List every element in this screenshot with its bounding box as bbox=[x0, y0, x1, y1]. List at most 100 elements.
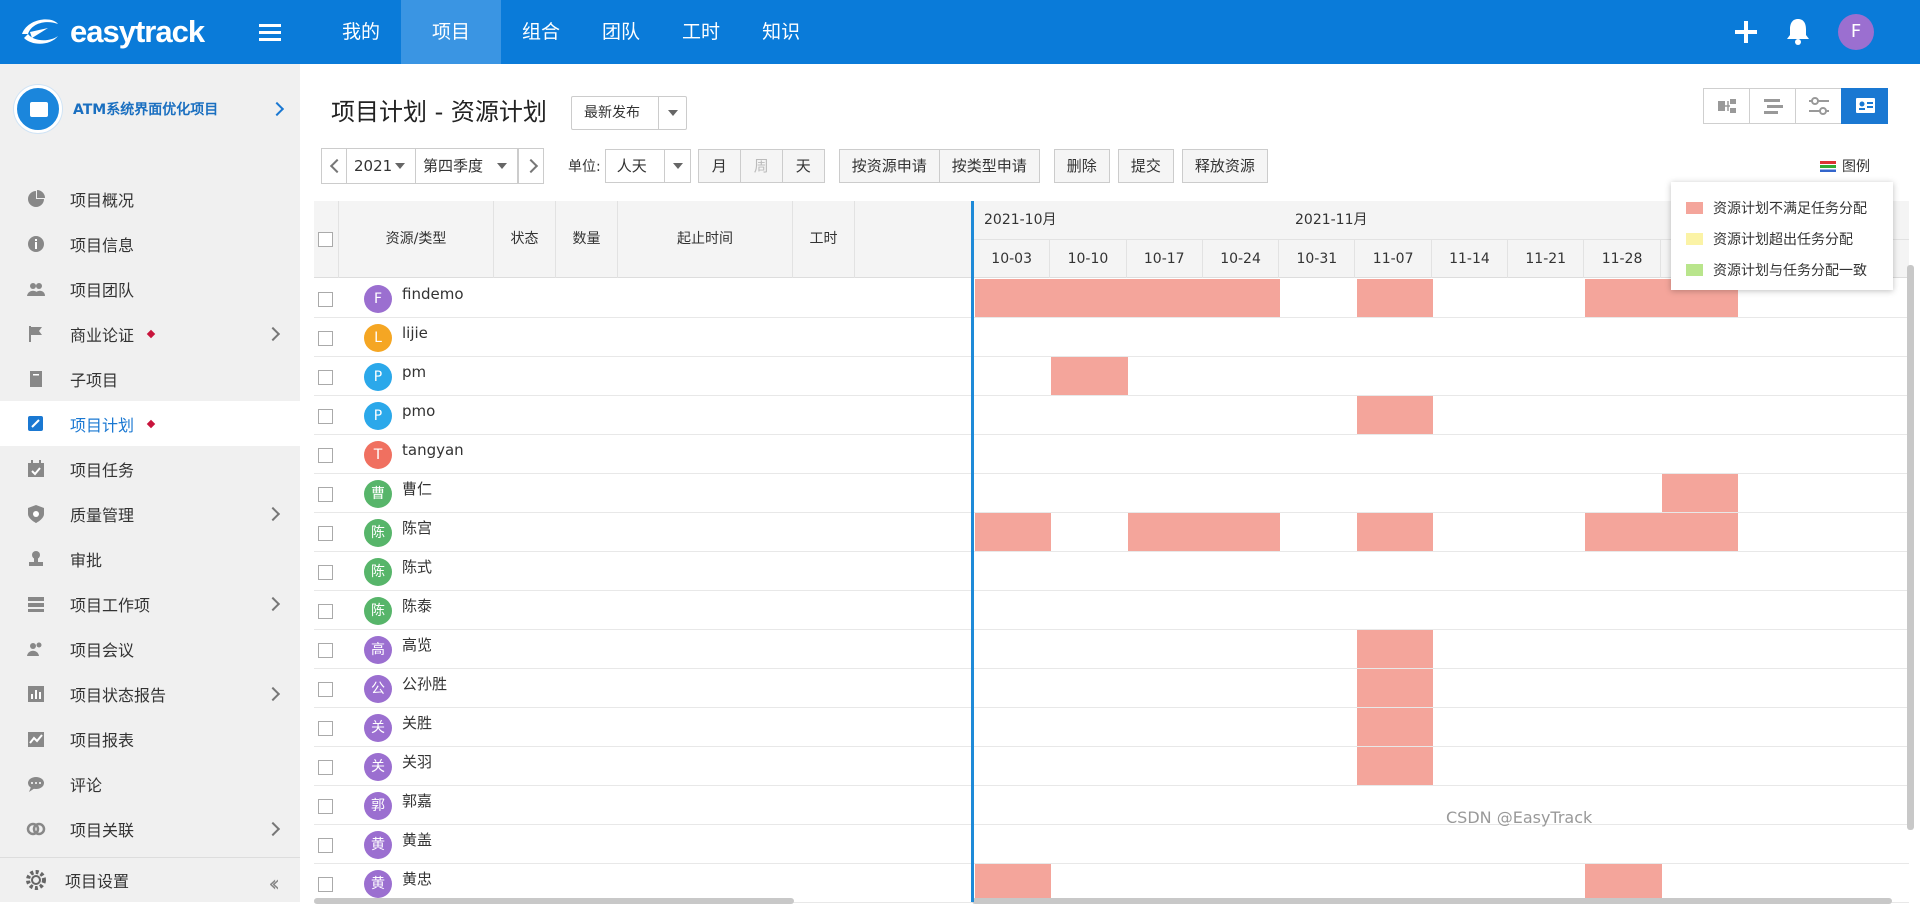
vertical-scrollbar[interactable] bbox=[1907, 265, 1914, 830]
resource-name[interactable]: 陈式 bbox=[402, 552, 432, 582]
resource-name[interactable]: pm bbox=[402, 357, 426, 387]
sidebar-item-9[interactable]: 项目工作项 bbox=[0, 581, 300, 626]
row-checkbox[interactable] bbox=[318, 877, 333, 892]
header-hours[interactable]: 工时 bbox=[793, 201, 855, 278]
row-checkbox[interactable] bbox=[318, 526, 333, 541]
easytrack-logo[interactable]: easytrack bbox=[18, 12, 205, 52]
notification-bell-icon[interactable] bbox=[1784, 16, 1812, 46]
release-resource-button[interactable]: 释放资源 bbox=[1181, 149, 1268, 183]
chevron-right-icon[interactable] bbox=[265, 326, 281, 342]
nav-item-5[interactable]: 知识 bbox=[741, 0, 821, 64]
chevron-right-icon[interactable] bbox=[269, 101, 285, 117]
gantt-view-button[interactable] bbox=[1749, 88, 1796, 124]
sidebar-item-11[interactable]: 项目状态报告 bbox=[0, 671, 300, 716]
allocation-bar[interactable] bbox=[1585, 513, 1738, 551]
sidebar-item-8[interactable]: 审批 bbox=[0, 536, 300, 581]
nav-item-3[interactable]: 团队 bbox=[581, 0, 661, 64]
allocation-bar[interactable] bbox=[1127, 513, 1281, 551]
resource-name[interactable]: 关胜 bbox=[402, 708, 432, 738]
row-checkbox[interactable] bbox=[318, 565, 333, 580]
resource-name[interactable]: 公孙胜 bbox=[402, 669, 447, 699]
sidebar-item-2[interactable]: 项目团队 bbox=[0, 266, 300, 311]
allocation-bar[interactable] bbox=[975, 864, 1052, 902]
user-avatar[interactable]: F bbox=[1838, 14, 1874, 50]
allocation-bar[interactable] bbox=[1356, 669, 1433, 707]
year-select[interactable]: 2021 bbox=[347, 149, 416, 183]
left-horizontal-scrollbar[interactable] bbox=[314, 898, 794, 904]
row-checkbox[interactable] bbox=[318, 721, 333, 736]
resource-name[interactable]: 高览 bbox=[402, 630, 432, 660]
header-resource[interactable]: 资源/类型 bbox=[339, 201, 494, 278]
resource-name[interactable]: 陈宫 bbox=[402, 513, 432, 543]
resource-name[interactable]: findemo bbox=[402, 279, 464, 309]
release-version-select[interactable]: 最新发布 bbox=[571, 96, 687, 130]
chevron-right-icon[interactable] bbox=[265, 821, 281, 837]
sidebar-item-14[interactable]: 项目关联 bbox=[0, 806, 300, 851]
next-period-button[interactable] bbox=[518, 149, 543, 183]
row-checkbox[interactable] bbox=[318, 643, 333, 658]
resource-name[interactable]: lijie bbox=[402, 318, 428, 348]
allocation-bar[interactable] bbox=[1356, 279, 1433, 317]
chevron-right-icon[interactable] bbox=[265, 596, 281, 612]
row-checkbox[interactable] bbox=[318, 487, 333, 502]
select-all-checkbox[interactable] bbox=[318, 232, 333, 247]
nav-item-0[interactable]: 我的 bbox=[321, 0, 401, 64]
resource-name[interactable]: 黄盖 bbox=[402, 825, 432, 855]
sidebar-item-4[interactable]: 子项目 bbox=[0, 356, 300, 401]
row-checkbox[interactable] bbox=[318, 331, 333, 346]
tree-view-button[interactable] bbox=[1703, 88, 1750, 124]
allocation-bar[interactable] bbox=[1051, 357, 1128, 395]
prev-period-button[interactable] bbox=[322, 149, 347, 183]
chevron-right-icon[interactable] bbox=[265, 686, 281, 702]
nav-item-2[interactable]: 组合 bbox=[501, 0, 581, 64]
resource-name[interactable]: 陈泰 bbox=[402, 591, 432, 621]
legend-toggle[interactable]: 图例 bbox=[1820, 156, 1870, 176]
header-date-range[interactable]: 起止时间 bbox=[618, 201, 793, 278]
resource-name[interactable]: tangyan bbox=[402, 435, 464, 465]
nav-item-4[interactable]: 工时 bbox=[661, 0, 741, 64]
row-checkbox[interactable] bbox=[318, 370, 333, 385]
allocation-bar[interactable] bbox=[1356, 630, 1433, 668]
header-quantity[interactable]: 数量 bbox=[556, 201, 618, 278]
sidebar-item-6[interactable]: 项目任务 bbox=[0, 446, 300, 491]
collapse-sidebar-icon[interactable]: ‹‹ bbox=[268, 872, 279, 897]
row-checkbox[interactable] bbox=[318, 448, 333, 463]
release-dropdown-arrow[interactable] bbox=[658, 97, 686, 129]
resource-view-button[interactable] bbox=[1841, 88, 1888, 124]
sidebar-item-0[interactable]: 项目概况 bbox=[0, 176, 300, 221]
sidebar-item-7[interactable]: 质量管理 bbox=[0, 491, 300, 536]
chevron-right-icon[interactable] bbox=[265, 506, 281, 522]
sidebar-item-13[interactable]: 评论 bbox=[0, 761, 300, 806]
resource-name[interactable]: 关羽 bbox=[402, 747, 432, 777]
header-status[interactable]: 状态 bbox=[494, 201, 556, 278]
allocation-bar[interactable] bbox=[975, 279, 1281, 317]
sidebar-item-3[interactable]: 商业论证 bbox=[0, 311, 300, 356]
resource-name[interactable]: pmo bbox=[402, 396, 435, 426]
row-checkbox[interactable] bbox=[318, 760, 333, 775]
resource-name[interactable]: 曹仁 bbox=[402, 474, 432, 504]
row-checkbox[interactable] bbox=[318, 799, 333, 814]
allocation-bar[interactable] bbox=[975, 513, 1052, 551]
day-button[interactable]: 天 bbox=[781, 149, 825, 183]
sidebar-item-12[interactable]: 项目报表 bbox=[0, 716, 300, 761]
settings-view-button[interactable] bbox=[1795, 88, 1842, 124]
sidebar-item-5[interactable]: 项目计划 bbox=[0, 401, 300, 446]
resource-name[interactable]: 郭嘉 bbox=[402, 786, 432, 816]
submit-button[interactable]: 提交 bbox=[1117, 149, 1174, 183]
allocation-bar[interactable] bbox=[1356, 396, 1433, 434]
apply-by-type-button[interactable]: 按类型申请 bbox=[938, 149, 1040, 183]
resource-name[interactable]: 黄忠 bbox=[402, 864, 432, 894]
unit-select[interactable]: 人天 bbox=[604, 149, 691, 183]
apply-by-resource-button[interactable]: 按资源申请 bbox=[838, 149, 940, 183]
allocation-bar[interactable] bbox=[1585, 864, 1662, 902]
allocation-bar[interactable] bbox=[1356, 708, 1433, 746]
allocation-bar[interactable] bbox=[1356, 513, 1433, 551]
hamburger-menu-icon[interactable] bbox=[259, 24, 285, 42]
allocation-bar[interactable] bbox=[1661, 474, 1738, 512]
row-checkbox[interactable] bbox=[318, 838, 333, 853]
sidebar-item-1[interactable]: 项目信息 bbox=[0, 221, 300, 266]
add-plus-icon[interactable] bbox=[1731, 17, 1761, 47]
allocation-bar[interactable] bbox=[1356, 747, 1433, 785]
week-button[interactable]: 周 bbox=[739, 149, 783, 183]
row-checkbox[interactable] bbox=[318, 409, 333, 424]
